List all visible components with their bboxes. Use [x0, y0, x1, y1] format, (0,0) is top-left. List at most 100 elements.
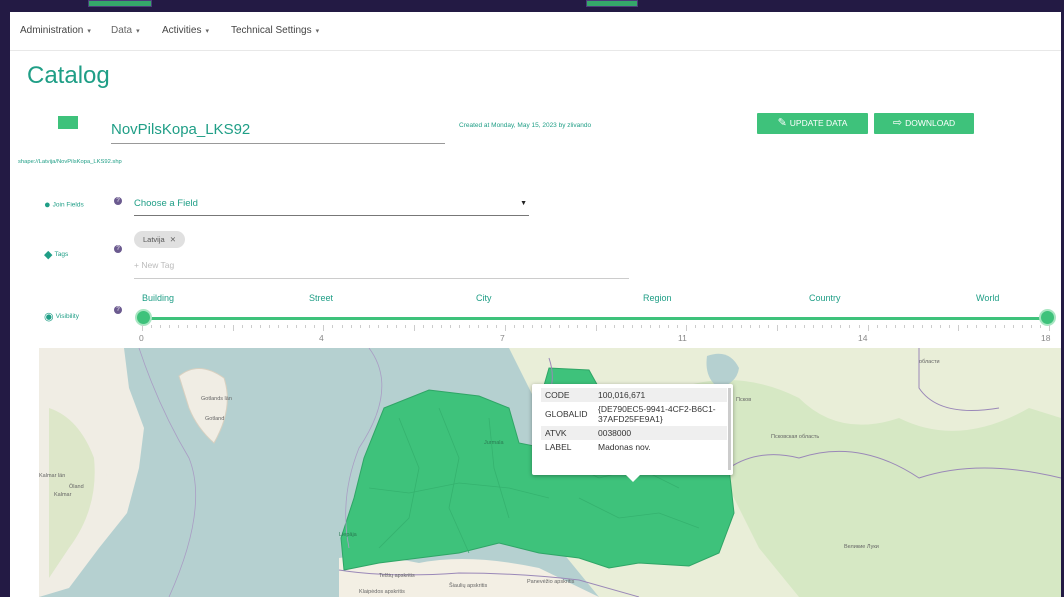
export-icon: ⇨	[892, 117, 903, 129]
update-data-button[interactable]: ✎ UPDATE DATA	[757, 113, 868, 134]
join-field-select[interactable]: Choose a Field ▼	[134, 196, 529, 216]
slider-tick	[704, 325, 706, 328]
slider-tick	[477, 325, 479, 328]
slider-tick	[822, 325, 824, 328]
map-label: Panevėžio apskritis	[527, 579, 575, 585]
slider-tick	[831, 325, 833, 328]
layer-color-swatch[interactable]	[58, 116, 78, 129]
slider-tick	[232, 325, 234, 331]
slider-tick	[776, 325, 778, 331]
update-data-label: UPDATE DATA	[789, 118, 848, 128]
slider-tick	[758, 325, 760, 328]
nav-activities[interactable]: Activities ▾	[162, 25, 209, 36]
dataset-name-field[interactable]: NovPilsKopa_LKS92	[111, 121, 445, 144]
slider-tick	[314, 325, 316, 328]
top-strip-tab	[88, 0, 152, 7]
slider-tick	[305, 325, 307, 328]
slider-tick	[604, 325, 606, 328]
info-circle-icon: ●	[44, 199, 51, 211]
visibility-slider-track[interactable]	[142, 317, 1049, 320]
slider-tick	[785, 325, 787, 328]
slider-tick	[504, 325, 506, 331]
slider-tick	[876, 325, 878, 328]
visibility-slider-min-handle[interactable]	[135, 309, 152, 326]
map-label: Kalmar län	[39, 473, 65, 479]
nav-technical-settings[interactable]: Technical Settings ▾	[231, 25, 319, 36]
download-button[interactable]: ⇨ DOWNLOAD	[874, 113, 974, 134]
slider-tick	[749, 325, 751, 328]
slider-tick	[631, 325, 633, 328]
slider-tick	[468, 325, 470, 328]
tag-chip: Latvija ✕	[134, 231, 185, 248]
tick-label: 7	[500, 333, 505, 343]
slider-tick	[341, 325, 343, 328]
help-icon[interactable]: ?	[114, 245, 122, 253]
nav-administration[interactable]: Administration ▾	[20, 25, 91, 36]
slider-tick	[450, 325, 452, 328]
level-region: Region	[643, 293, 672, 303]
feature-info-popup[interactable]: CODE 100,016,671 GLOBALID {DE790EC5-9941-4…	[532, 384, 733, 482]
join-fields-label: ● Join Fields	[44, 199, 84, 211]
navbar: Administration ▾ Data ▾ Activities ▾ Techni…	[10, 12, 1061, 51]
slider-tick	[967, 325, 969, 328]
attr-key: GLOBALID	[545, 409, 588, 419]
close-icon[interactable]: ✕	[170, 235, 176, 244]
map-label: Псковская область	[771, 434, 819, 440]
slider-tick	[903, 325, 905, 328]
nav-data[interactable]: Data ▾	[111, 25, 140, 36]
slider-tick	[359, 325, 361, 328]
attr-value: 100,016,671	[594, 388, 727, 402]
nav-label: Activities	[162, 25, 202, 36]
map-label: области	[919, 359, 940, 365]
slider-tick	[395, 325, 397, 328]
tick-label: 14	[858, 333, 868, 343]
nav-label: Technical Settings	[231, 25, 312, 36]
map-label: Telšių apskritis	[379, 573, 415, 579]
join-fields-text: Join Fields	[52, 201, 84, 209]
attr-key: ATVK	[541, 426, 594, 440]
slider-tick	[532, 325, 533, 328]
slider-tick	[432, 325, 434, 328]
slider-tick	[804, 325, 806, 328]
slider-tick	[386, 325, 388, 328]
slider-tick	[568, 325, 570, 328]
slider-ticks	[142, 325, 1052, 335]
slider-tick	[160, 325, 162, 328]
app-frame: Administration ▾ Data ▾ Activities ▾ Techni…	[10, 12, 1064, 597]
nav-label: Data	[111, 25, 133, 36]
map-label: Šiaulių apskritis	[449, 582, 487, 589]
attr-key: CODE	[541, 388, 594, 402]
slider-tick	[187, 325, 189, 328]
map-label: Kalmar	[54, 492, 72, 498]
slider-tick	[885, 325, 887, 328]
slider-tick	[686, 325, 688, 331]
help-icon[interactable]: ?	[114, 197, 122, 205]
new-tag-input[interactable]: + New Tag	[134, 260, 629, 279]
slider-tick	[332, 325, 334, 328]
slider-tick	[423, 325, 425, 328]
slider-tick	[223, 325, 225, 328]
slider-tick	[994, 325, 996, 328]
level-world: World	[976, 293, 1000, 303]
slider-tick	[677, 325, 679, 328]
slider-tick	[849, 325, 851, 328]
table-row: LABEL Madonas nov.	[541, 440, 727, 454]
tick-label: 18	[1041, 333, 1051, 343]
level-street: Street	[309, 293, 334, 303]
slider-tick	[1030, 325, 1032, 328]
attribute-table: CODE 100,016,671 GLOBALID {DE790EC5-9941-4…	[541, 388, 727, 454]
slider-tick	[405, 325, 407, 328]
slider-tick	[459, 325, 461, 328]
visibility-slider-max-handle[interactable]	[1039, 309, 1056, 326]
attr-key: LABEL	[545, 442, 572, 452]
download-label: DOWNLOAD	[905, 118, 956, 128]
slider-tick	[949, 325, 951, 328]
attr-value: 0038000	[594, 426, 727, 440]
slider-tick	[795, 325, 797, 328]
popup-scrollbar[interactable]	[728, 388, 731, 470]
slider-tick	[169, 325, 171, 328]
slider-tick	[486, 325, 488, 328]
help-icon[interactable]: ?	[114, 306, 122, 314]
slider-tick	[250, 325, 252, 328]
slider-tick	[658, 325, 660, 328]
